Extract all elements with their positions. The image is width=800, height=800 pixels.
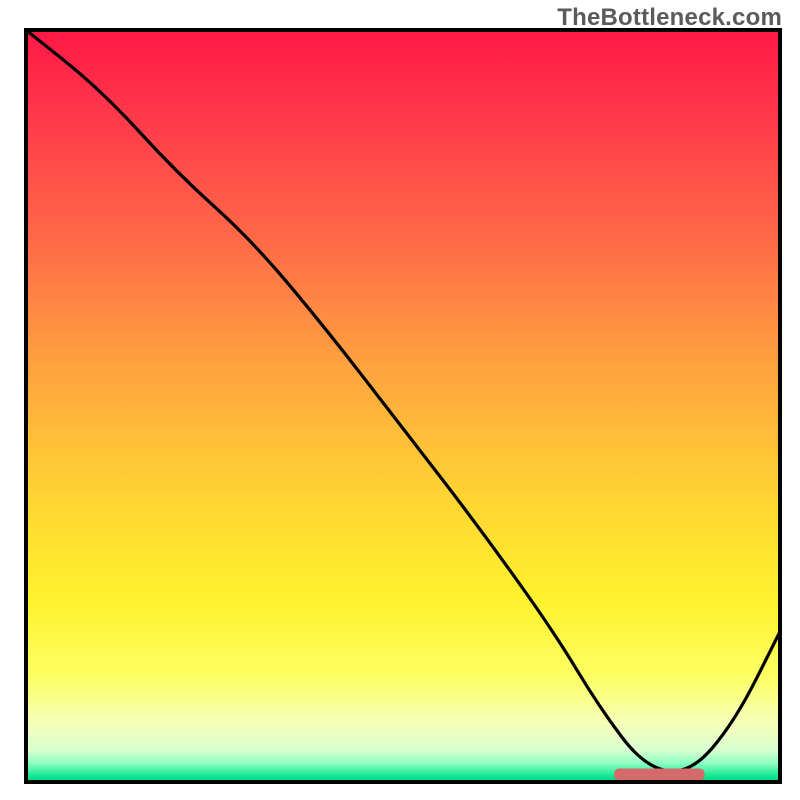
bottleneck-chart: [0, 0, 800, 800]
plot-background: [26, 30, 780, 782]
watermark-text: TheBottleneck.com: [557, 4, 782, 32]
optimal-band-bar: [614, 769, 705, 781]
